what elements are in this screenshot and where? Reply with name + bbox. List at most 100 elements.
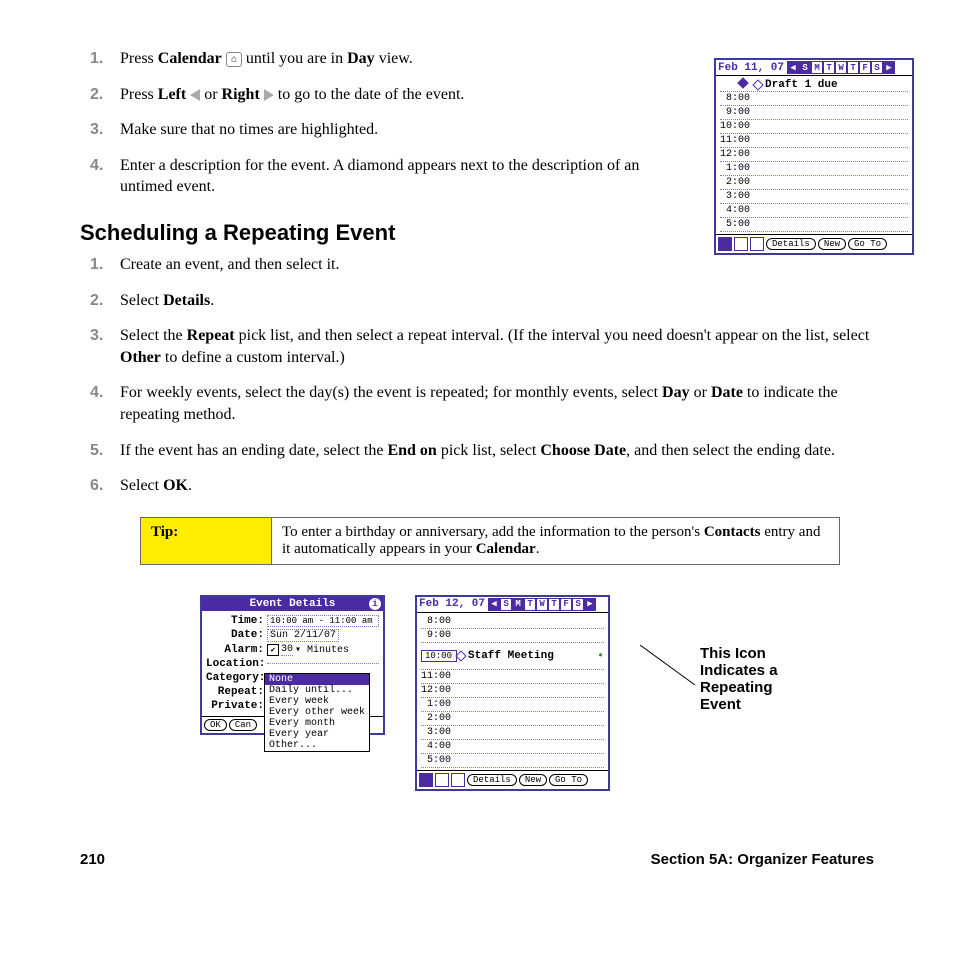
time-row[interactable]: 11:00 [421,670,604,684]
time-row[interactable]: 4:00 [421,740,604,754]
day-s2[interactable]: S [871,61,883,74]
details-button[interactable]: Details [766,238,816,250]
palm-footer-2: Details New Go To [417,770,608,789]
tip-box: Tip: To enter a birthday or anniversary,… [140,517,840,565]
info-icon[interactable]: i [369,598,381,610]
l2-s5: 5. If the event has an ending date, sele… [120,440,874,462]
view-month-icon[interactable] [750,237,764,251]
location-field[interactable] [267,663,379,664]
time-row[interactable]: 12:00 [421,684,604,698]
t: Repeat [187,327,235,344]
t: Choose Date [540,442,626,459]
d[interactable]: T [548,598,560,611]
time-row[interactable]: 4:00 [720,204,908,218]
t: 10:00 [720,121,754,132]
t: 11:00 [421,671,455,682]
time-row[interactable]: 3:00 [720,190,908,204]
time-row[interactable]: 2:00 [720,176,908,190]
t: 5:00 [421,755,455,766]
view-day-icon[interactable] [718,237,732,251]
caption-group: This Icon Indicates a Repeating Event [640,645,810,713]
event-time: 10:00 [421,650,457,662]
t: 12:00 [720,149,754,160]
day-f[interactable]: F [859,61,871,74]
view-day-icon[interactable] [419,773,433,787]
next-week-icon[interactable]: ▶ [584,598,596,611]
day-s[interactable]: S [799,61,811,74]
t: . [188,477,192,494]
time-row[interactable]: 8:00 [421,615,604,629]
palm-body: Draft 1 due 8:00 9:00 10:00 11:00 12:00 … [716,76,912,234]
next-week-icon[interactable]: ▶ [883,61,895,74]
time-row[interactable]: 3:00 [421,726,604,740]
time-row[interactable]: 8:00 [720,92,908,106]
t: or [204,86,221,103]
day-w[interactable]: W [835,61,847,74]
view-week-icon[interactable] [435,773,449,787]
time-row[interactable]: 1:00 [421,698,604,712]
new-button[interactable]: New [818,238,846,250]
palm-event-details: Event Details i Time: 10:00 am - 11:00 a… [200,595,385,735]
opt-daily[interactable]: Daily until... [265,685,369,696]
time-row[interactable]: 9:00 [720,106,908,120]
time-row[interactable]: 12:00 [720,148,908,162]
day-t2[interactable]: T [847,61,859,74]
t: 5:00 [720,219,754,230]
goto-button[interactable]: Go To [848,238,887,250]
d[interactable]: S [500,598,512,611]
t: Private: [206,700,267,712]
day-t[interactable]: T [823,61,835,74]
event-row[interactable]: 10:00 Staff Meeting ➧ [421,643,604,670]
t: Right [222,86,260,103]
t: pick list, select [437,442,541,459]
d[interactable]: W [536,598,548,611]
repeat-dropdown[interactable]: None Daily until... Every week Every oth… [264,673,370,752]
date-row: Date: Sun 2/11/07 [206,629,379,642]
time-row[interactable]: 9:00 [421,629,604,643]
opt-year[interactable]: Every year [265,729,369,740]
cancel-button[interactable]: Can [229,719,257,731]
t: or [690,384,711,401]
t: Date [711,384,743,401]
prev-week-icon[interactable]: ◀ [787,61,799,74]
d[interactable]: M [512,598,524,611]
t: 2:00 [421,713,455,724]
t: 9:00 [421,630,455,641]
time-value[interactable]: 10:00 am - 11:00 am [267,615,379,627]
opt-other[interactable]: Other... [265,740,369,751]
opt-month[interactable]: Every month [265,718,369,729]
event-text: Draft 1 due [765,79,838,91]
t: . [536,541,540,557]
view-week-icon[interactable] [734,237,748,251]
opt-biweek[interactable]: Every other week [265,707,369,718]
ok-button[interactable]: OK [204,719,227,731]
d[interactable]: F [560,598,572,611]
goto-button[interactable]: Go To [549,774,588,786]
t: Time: [206,615,267,627]
time-row[interactable]: 11:00 [720,134,908,148]
alarm-val[interactable]: 30 [281,644,293,656]
view-month-icon[interactable] [451,773,465,787]
time-row[interactable]: 10:00 [720,120,908,134]
tip-text: To enter a birthday or anniversary, add … [272,517,840,564]
date-value[interactable]: Sun 2/11/07 [267,629,339,642]
t: Calendar [158,50,222,67]
opt-week[interactable]: Every week [265,696,369,707]
alarm-unit[interactable]: Minutes [307,645,349,656]
prev-week-icon[interactable]: ◀ [488,598,500,611]
d[interactable]: T [524,598,536,611]
alarm-checkbox[interactable]: ✔ [267,644,279,656]
day-m[interactable]: M [811,61,823,74]
d[interactable]: S [572,598,584,611]
time-row[interactable]: 5:00 [720,218,908,232]
untimed-row[interactable]: Draft 1 due [720,78,908,92]
t: Select the [120,327,187,344]
opt-none[interactable]: None [265,674,369,685]
details-button[interactable]: Details [467,774,517,786]
time-row[interactable]: 5:00 [421,754,604,768]
new-button[interactable]: New [519,774,547,786]
time-row[interactable]: 2:00 [421,712,604,726]
l2-s6: 6. Select OK. [120,475,874,497]
section-label: Section 5A: Organizer Features [651,851,874,868]
time-row[interactable]: 1:00 [720,162,908,176]
